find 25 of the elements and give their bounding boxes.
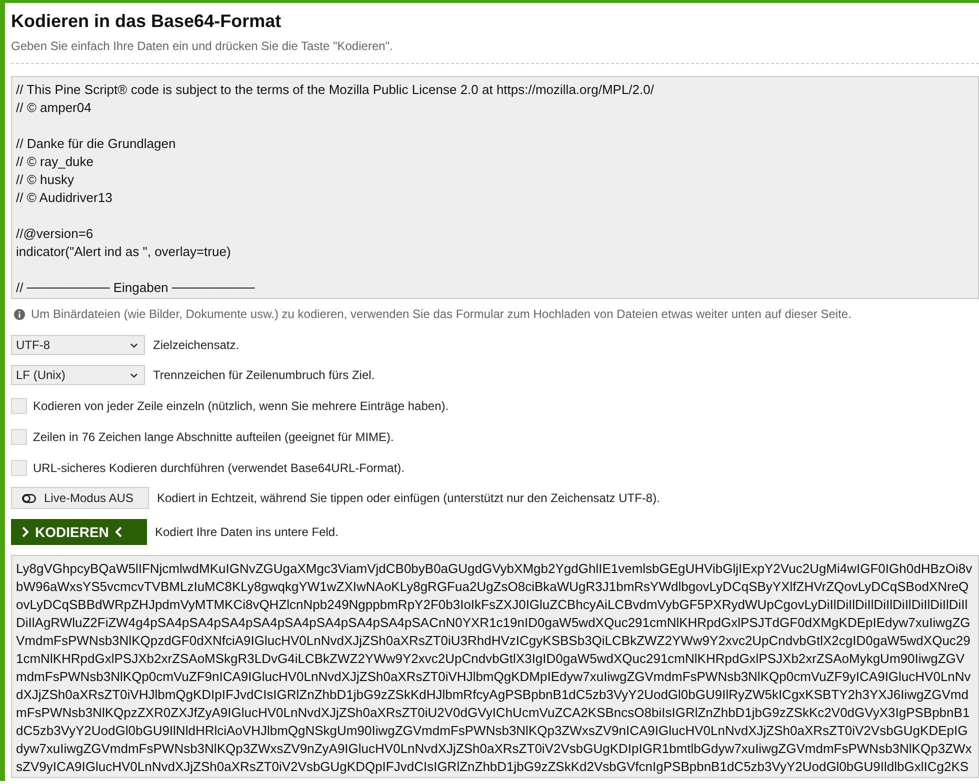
input-field[interactable]: // This Pine Script® code is subject to the terms of the Mozilla Public License 2.0 at https://mozilla.org/MPL/2.0/ // © amper04 // Danke für die Grundlagen // © ray_duke // © husky // © Audidriver13 //@version=6 indicator("Alert ind as ", overlay=true) // ───────── Eingaben ───────── bbox=[11, 76, 979, 299]
checkbox[interactable] bbox=[11, 429, 27, 445]
select-label: Trennzeichen für Zeilenumbruch fürs Ziel. bbox=[153, 368, 375, 382]
chevron-right-icon bbox=[21, 526, 29, 538]
output-field[interactable]: Ly8gVGhpcyBQaW5lIFNjcmlwdMKuIGNvZGUgaXMgc3ViamVjdCB0byB0aGUgdGVybXMgb2YgdGhlIE1vemlsbGEgUHVibGljIExpY2Vuc2UgMi4wIGF0IGh0dHBzOi8v bW96aWxsYS5vcmcvTVBMLzIuMC8KLy8gwqkgYW1wZXIwNAoKLy8gRGFua2UgZsO8ciBkaWUgR3J1bmRsYWdlbgovLyDCqSByYXlfZHVrZQovLyDCqSBodXNreQ ovLyDCqSBBdWRpZHJpdmVyMTMKCi8vQHZlcnNpb249NgppbmRpY2F0b3IoIkFsZXJ0IGluZCBhcyAiLCBvdmVybGF5PXRydWUpCgovLyDiIlDiIlDiIlDiIlDiIlDiIlDiIlDiIl DiIlAgRWluZ2FiZW4g4pSA4pSA4pSA4pSA4pSA4pSA4pSA4pSA4pSACnN0YXR1c19nID0gaW5wdXQuc291cmNlKHRpdGxlPSJTdGF0dXMgKDEpIEdyw7xuIiwgZG VmdmFsPWNsb3NlKQpzdGF0dXNfciA9IGlucHV0LnNvdXJjZSh0aXRsZT0iU3RhdHVzICgyKSBSb3QiLCBkZWZ2YWw9Y2xvc2UpCndvbGtlX2cgID0gaW5wdXQuc29 1cmNlKHRpdGxlPSJXb2xrZSAoMSkgR3LDvG4iLCBkZWZ2YWw9Y2xvc2UpCndvbGtlX3IgID0gaW5wdXQuc291cmNlKHRpdGxlPSJXb2xrZSAoMykgUm90IiwgZGV mdmFsPWNsb3NlKQp0cmVuZF9nICA9IGlucHV0LnNvdXJjZSh0aXRsZT0iVHJlbmQgKDMpIEdyw7xuIiwgZGVmdmFsPWNsb3NlKQp0cmVuZF9yICA9IGlucHV0LnNv dXJjZSh0aXRsZT0iVHJlbmQgKDIpIFJvdCIsIGRlZnZhbD1jbG9zZSkKdHJlbmRfcyAgPSBpbnB1dC5zb3VyY2UodGl0bGU9IlRyZW5kICgxKSBTY2h3YXJ6IiwgZGVmd mFsPWNsb3NlKQpzZXR0ZXJfZyA9IGlucHV0LnNvdXJjZSh0aXRsZT0iU2V0dGVyIChUcmVuZCA2KSBncsO8biIsIGRlZnZhbD1jbG9zZSkKc2V0dGVyX3IgPSBpbnB1 dC5zb3VyY2UodGl0bGU9IlNldHRlciAoVHJlbmQgNSkgUm90IiwgZGVmdmFsPWNsb3NlKQp3ZWxsZV9nICA9IGlucHV0LnNvdXJjZSh0aXRsZT0iV2VsbGUgKDEpIG dyw7xuIiwgZGVmdmFsPWNsb3NlKQp3ZWxsZV9nZyA9IGlucHV0LnNvdXJjZSh0aXRsZT0iV2VsbGUgKDIpIGR1bmtlbGdyw7xuIiwgZGVmdmFsPWNsb3NlKQp3ZWx sZV9yICA9IGlucHV0LnNvdXJjZSh0aXRsZT0iV2VsbGUgKDQpIFJvdCIsIGRlZnZhbD1jbG9zZSkKd2VsbGVfcnIgPSBpbnB1dC5zb3VyY2UodGl0bGU9IldlbGxlICg2KS bbox=[11, 555, 979, 778]
encode-button[interactable]: KODIEREN bbox=[11, 519, 147, 545]
chevron-icon bbox=[130, 372, 138, 378]
checkbox[interactable] bbox=[11, 398, 27, 414]
chevron-left-icon bbox=[114, 526, 123, 538]
select-label: Zielzeichensatz. bbox=[153, 338, 240, 352]
info-icon bbox=[14, 308, 25, 320]
chevron-icon bbox=[130, 342, 138, 348]
checkbox-label[interactable]: Zeilen in 76 Zeichen lange Abschnitte aufteilen (geeignet für MIME). bbox=[33, 430, 394, 444]
info-text: Um Binärdateien (wie Bilder, Dokumente usw.) zu kodieren, verwenden Sie das Formular zum Hochladen von Dateien etwas weiter unten auf dieser Seite. bbox=[31, 307, 852, 321]
page-title: Kodieren in das Base64-Format bbox=[11, 11, 282, 32]
checkbox-label[interactable]: Kodieren von jeder Zeile einzeln (nützlich, wenn Sie mehrere Einträge haben). bbox=[33, 399, 449, 413]
toggle-icon bbox=[22, 494, 36, 502]
select-dropdown[interactable]: LF (Unix) bbox=[11, 365, 145, 385]
checkbox[interactable] bbox=[11, 460, 27, 476]
live-mode-description: Kodiert in Echtzeit, während Sie tippen oder einfügen (unterstützt nur den Zeichensatz UTF-8). bbox=[157, 491, 660, 505]
live-mode-button[interactable]: Live-Modus AUS bbox=[11, 487, 149, 509]
page-subtitle: Geben Sie einfach Ihre Daten ein und drücken Sie die Taste "Kodieren". bbox=[11, 39, 394, 53]
checkbox-label[interactable]: URL-sicheres Kodieren durchführen (verwendet Base64URL-Format). bbox=[33, 461, 404, 475]
select-dropdown[interactable]: UTF-8 bbox=[11, 335, 145, 355]
encode-description: Kodiert Ihre Daten ins untere Feld. bbox=[155, 525, 338, 539]
